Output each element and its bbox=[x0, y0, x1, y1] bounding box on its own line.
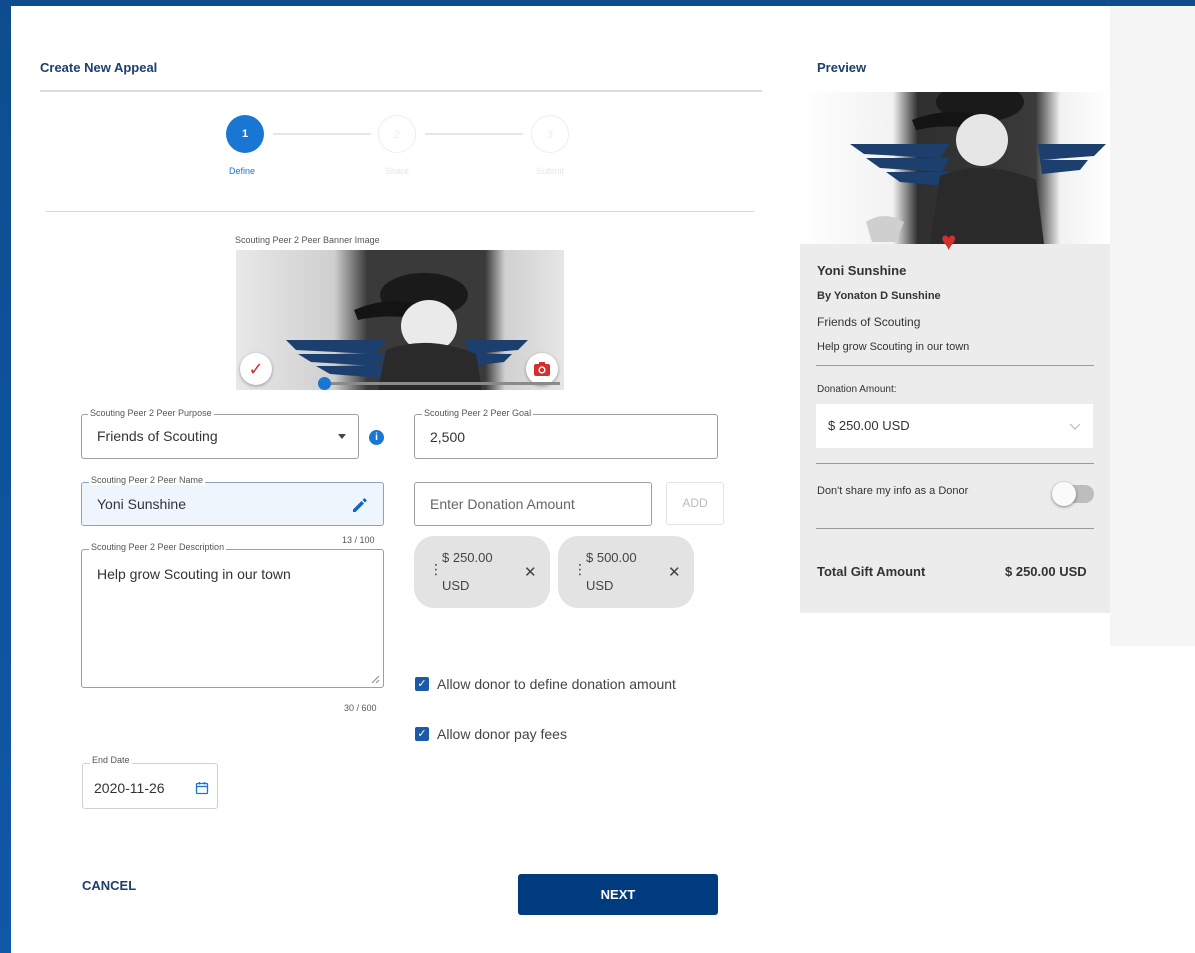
total-gift-label: Total Gift Amount bbox=[817, 564, 926, 579]
preview-title: Preview bbox=[817, 60, 867, 75]
step-1-label: Define bbox=[229, 166, 256, 176]
pencil-icon[interactable] bbox=[351, 496, 369, 514]
total-gift-value: $ 250.00 USD bbox=[1005, 564, 1087, 579]
preview-emblem bbox=[850, 92, 1106, 244]
name-label: Scouting Peer 2 Peer Name bbox=[89, 475, 206, 485]
step-1-circle[interactable]: 1 bbox=[226, 115, 264, 153]
allow-pay-fees-checkbox[interactable]: ✓ bbox=[415, 727, 429, 741]
chip-amount: $ 500.00 bbox=[586, 550, 637, 565]
chevron-down-icon bbox=[1069, 423, 1081, 430]
end-date-label: End Date bbox=[90, 755, 132, 765]
purpose-select[interactable]: Friends of Scouting bbox=[81, 414, 359, 459]
page-title: Create New Appeal bbox=[40, 60, 158, 75]
step-3-label: Submit bbox=[536, 166, 565, 176]
allow-pay-fees-label: Allow donor pay fees bbox=[437, 726, 567, 742]
step-connector-1 bbox=[273, 133, 371, 135]
resize-handle-icon[interactable] bbox=[370, 674, 380, 684]
chip-currency: USD bbox=[442, 578, 470, 593]
end-date-value: 2020-11-26 bbox=[94, 780, 165, 796]
banner-zoom-slider[interactable] bbox=[318, 377, 331, 390]
donation-amount-placeholder: Enter Donation Amount bbox=[430, 496, 575, 512]
description-textarea[interactable]: Help grow Scouting in our town bbox=[81, 549, 384, 688]
donation-chip[interactable]: ⋮ $ 250.00 USD ✕ bbox=[414, 536, 550, 608]
allow-define-amount-checkbox[interactable]: ✓ bbox=[415, 677, 429, 691]
purpose-value: Friends of Scouting bbox=[97, 428, 218, 444]
banner-zoom-track[interactable] bbox=[318, 382, 560, 385]
title-divider bbox=[40, 90, 762, 92]
window-left-border bbox=[0, 0, 11, 953]
share-info-toggle-knob[interactable] bbox=[1052, 482, 1076, 506]
chip-amount: $ 250.00 bbox=[442, 550, 493, 565]
preview-banner-image bbox=[800, 92, 1110, 244]
add-donation-button[interactable]: ADD bbox=[666, 482, 724, 525]
name-input[interactable]: Yoni Sunshine bbox=[81, 482, 384, 526]
close-icon[interactable]: ✕ bbox=[668, 563, 681, 581]
close-icon[interactable]: ✕ bbox=[524, 563, 537, 581]
preview-appeal-name: Yoni Sunshine bbox=[817, 263, 907, 278]
step-2-circle[interactable]: 2 bbox=[378, 115, 416, 153]
next-button[interactable]: NEXT bbox=[518, 874, 718, 915]
preview-divider-2 bbox=[816, 463, 1094, 464]
page-right-tint bbox=[1110, 6, 1195, 646]
heart-icon[interactable]: ♥ bbox=[941, 228, 956, 254]
chevron-down-icon bbox=[338, 434, 346, 439]
calendar-icon[interactable] bbox=[195, 781, 209, 795]
allow-define-amount-label: Allow donor to define donation amount bbox=[437, 676, 676, 692]
preview-by-line: By Yonaton D Sunshine bbox=[817, 290, 941, 302]
preview-purpose: Friends of Scouting bbox=[817, 315, 921, 329]
step-2-label: Share bbox=[385, 166, 410, 176]
preview-donation-select[interactable]: $ 250.00 USD bbox=[816, 404, 1093, 448]
preview-divider-3 bbox=[816, 528, 1094, 529]
banner-image-label: Scouting Peer 2 Peer Banner Image bbox=[235, 235, 380, 245]
preview-donation-value: $ 250.00 USD bbox=[828, 418, 910, 433]
goal-value: 2,500 bbox=[430, 429, 466, 445]
check-icon[interactable]: ✓ bbox=[240, 353, 272, 385]
cancel-button[interactable]: CANCEL bbox=[82, 878, 136, 893]
description-value: Help grow Scouting in our town bbox=[97, 566, 291, 582]
end-date-input[interactable]: 2020-11-26 bbox=[82, 763, 218, 809]
name-value: Yoni Sunshine bbox=[97, 496, 187, 512]
donation-chip[interactable]: ⋮ $ 500.00 USD ✕ bbox=[558, 536, 694, 608]
banner-image[interactable]: ✓ bbox=[236, 250, 564, 390]
goal-input[interactable]: 2,500 bbox=[414, 414, 718, 459]
info-icon[interactable]: i bbox=[369, 430, 384, 445]
banner-emblem bbox=[286, 273, 528, 390]
stepper-divider bbox=[46, 211, 754, 212]
name-counter: 13 / 100 bbox=[342, 535, 375, 545]
camera-icon[interactable] bbox=[526, 353, 558, 385]
preview-description: Help grow Scouting in our town bbox=[817, 341, 970, 353]
chip-currency: USD bbox=[586, 578, 614, 593]
share-info-label: Don't share my info as a Donor bbox=[817, 485, 969, 497]
preview-divider-1 bbox=[816, 365, 1094, 366]
step-3-circle[interactable]: 3 bbox=[531, 115, 569, 153]
preview-donation-label: Donation Amount: bbox=[817, 384, 897, 395]
purpose-label: Scouting Peer 2 Peer Purpose bbox=[88, 408, 214, 418]
donation-amount-input[interactable]: Enter Donation Amount bbox=[414, 482, 652, 526]
description-label: Scouting Peer 2 Peer Description bbox=[89, 542, 227, 552]
description-counter: 30 / 600 bbox=[344, 703, 377, 713]
goal-label: Scouting Peer 2 Peer Goal bbox=[422, 408, 534, 418]
drag-handle-icon[interactable]: ⋮ bbox=[429, 561, 443, 578]
drag-handle-icon[interactable]: ⋮ bbox=[573, 561, 587, 578]
step-connector-2 bbox=[425, 133, 523, 135]
